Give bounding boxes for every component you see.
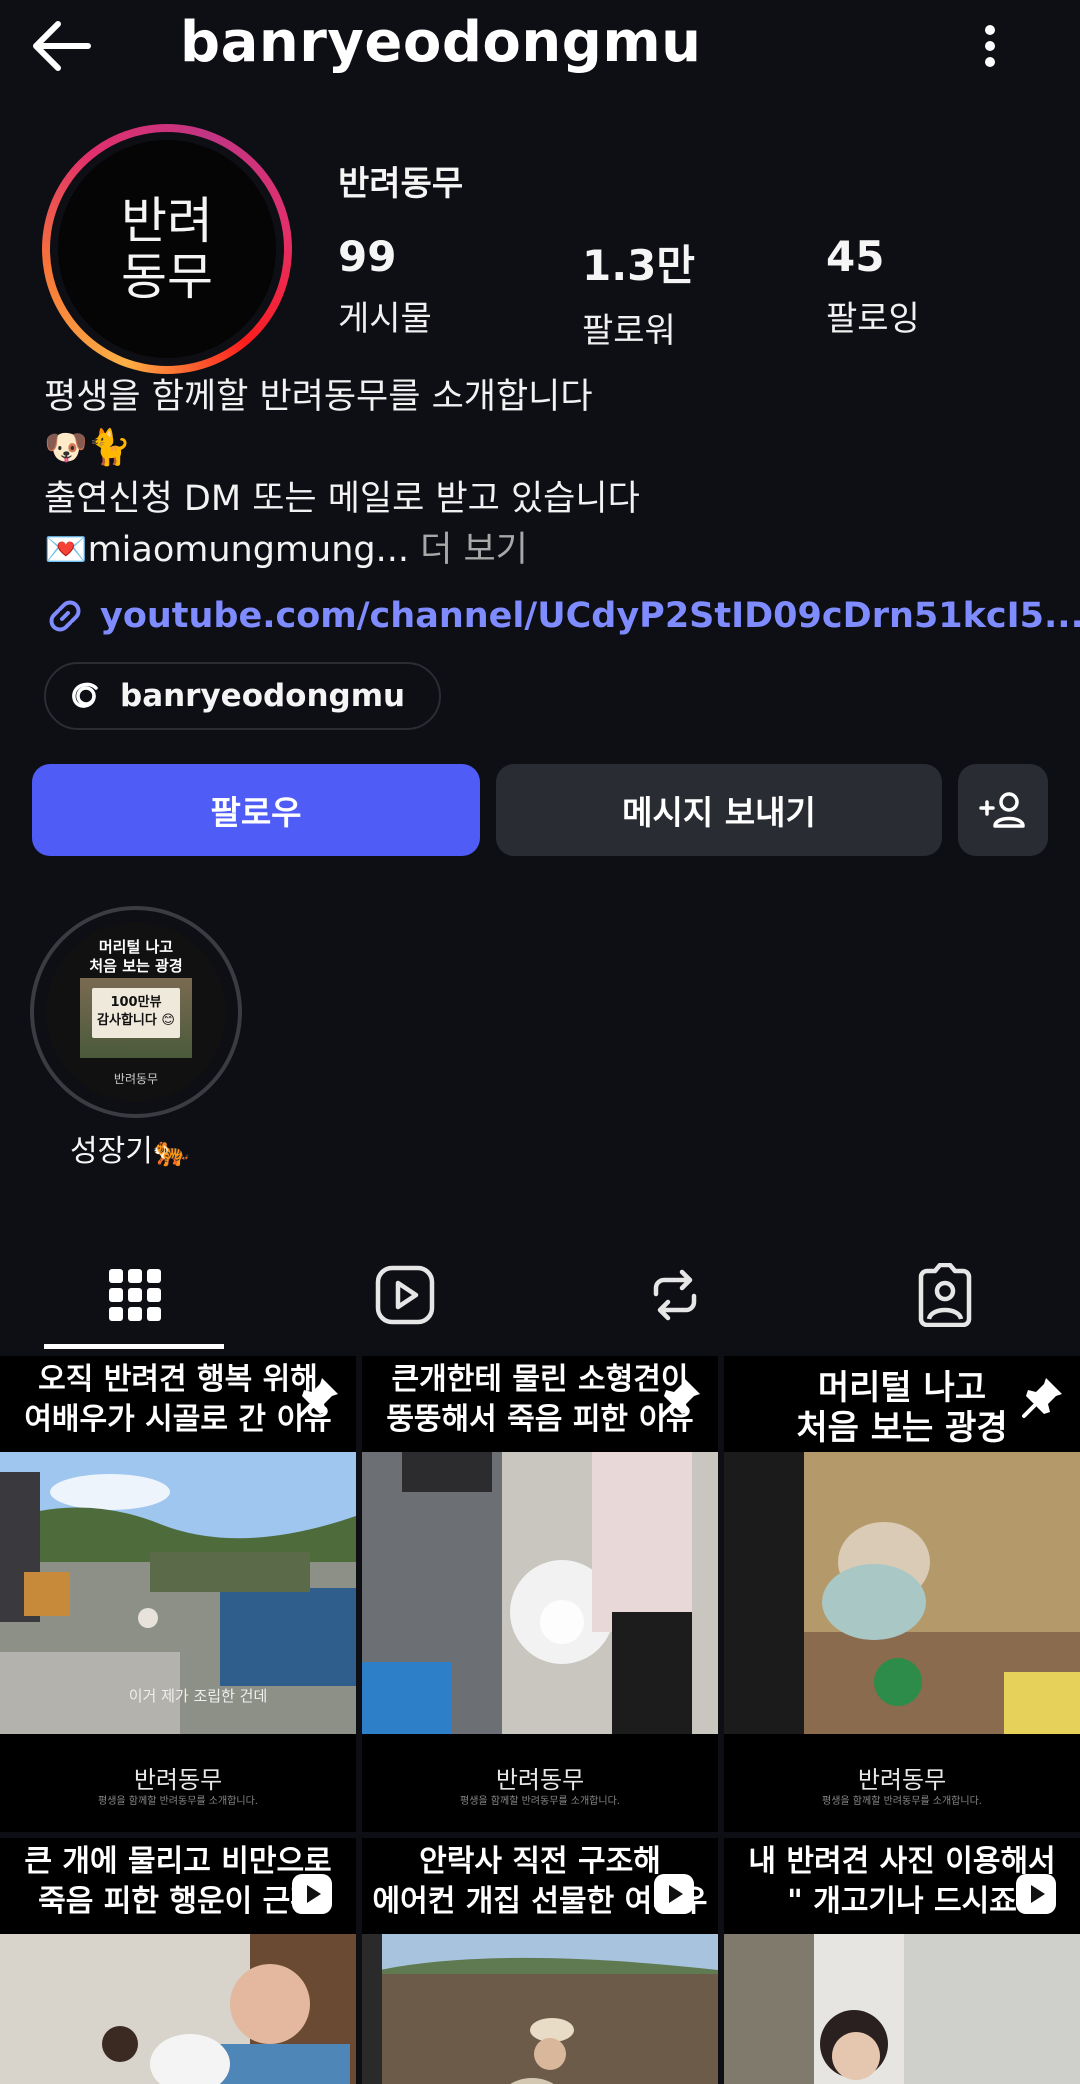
pin-icon bbox=[660, 1378, 700, 1418]
profile-link[interactable]: youtube.com/channel/UCdyP2StID09cDrn51kc… bbox=[44, 588, 1080, 644]
link-icon bbox=[49, 600, 81, 632]
post-brand: 반려동무 bbox=[495, 1766, 585, 1794]
posts-grid: 오직 반려견 행복 위해 여배우가 시골로 간 이유 이거 제가 조립한 건데 … bbox=[0, 1356, 1080, 2084]
stat-posts-count: 99 bbox=[338, 232, 397, 281]
avatar: 반려 동무 bbox=[58, 140, 276, 358]
post-photo bbox=[362, 1452, 718, 1734]
display-name: 반려동무 bbox=[338, 164, 464, 204]
post-brand-subtitle: 평생을 함께할 반려동무를 소개합니다. bbox=[98, 1796, 258, 1807]
highlight-cover-brand: 반려동무 bbox=[113, 1072, 159, 1086]
tab-reposts[interactable] bbox=[540, 1240, 810, 1350]
top-bar: banryeodongmu bbox=[0, 0, 1080, 92]
bio-email: 💌miaomungmung... bbox=[44, 530, 409, 570]
highlight-cover: 머리털 나고 처음 보는 광경 100만뷰 감사합니다 😊 반려동무 bbox=[46, 922, 226, 1102]
threads-icon bbox=[72, 682, 98, 708]
tab-tagged[interactable] bbox=[810, 1240, 1080, 1350]
post-tile[interactable]: 머리털 나고 처음 보는 광경 반려동무 평생을 함께할 반려동무를 소개합니다… bbox=[724, 1356, 1080, 1832]
more-options-button[interactable] bbox=[960, 14, 1020, 78]
profile-bio: 평생을 함께할 반려동무를 소개합니다 🐶🐈 출연신청 DM 또는 메일로 받고… bbox=[44, 372, 640, 576]
post-tile[interactable]: 오직 반려견 행복 위해 여배우가 시골로 간 이유 이거 제가 조립한 건데 … bbox=[0, 1356, 356, 1832]
post-photo bbox=[724, 1452, 1080, 1734]
bio-more-link[interactable]: 더 보기 bbox=[409, 530, 528, 570]
threads-badge[interactable]: banryeodongmu bbox=[44, 662, 442, 730]
tab-reels[interactable] bbox=[270, 1240, 540, 1350]
post-photo bbox=[724, 1934, 1080, 2084]
grid-icon bbox=[109, 1269, 161, 1321]
bio-line: 출연신청 DM 또는 메일로 받고 있습니다 bbox=[44, 479, 640, 519]
post-brand: 반려동무 bbox=[857, 1766, 947, 1794]
stat-following-count: 45 bbox=[826, 232, 885, 281]
more-vertical-icon bbox=[985, 25, 995, 67]
reels-icon bbox=[375, 1265, 435, 1325]
post-brand-subtitle: 평생을 함께할 반려동무를 소개합니다. bbox=[460, 1796, 620, 1807]
stat-followers-count: 1.3만 bbox=[582, 241, 696, 290]
post-tile[interactable]: 큰개한테 물린 소형견이 뚱뚱해서 죽음 피한 이유 반려동무 평생을 함께할 … bbox=[362, 1356, 718, 1832]
stat-posts-label: 게시물 bbox=[338, 299, 432, 339]
repost-icon bbox=[653, 1269, 697, 1321]
stat-followers-label: 팔로워 bbox=[582, 311, 676, 351]
post-subtitle-overlay: 이거 제가 조립한 건데 bbox=[128, 1687, 268, 1705]
bio-line-truncated: 💌miaomungmung... 더 보기 bbox=[44, 525, 640, 576]
reel-icon bbox=[1016, 1874, 1056, 1914]
highlight-cover-box-2: 감사합니다 😊 bbox=[97, 1013, 175, 1028]
suggest-people-button[interactable] bbox=[958, 764, 1048, 856]
arrow-left-icon bbox=[33, 21, 91, 71]
reel-icon bbox=[654, 1874, 694, 1914]
threads-handle: banryeodongmu bbox=[120, 678, 406, 714]
stat-posts[interactable]: 99 게시물 bbox=[338, 232, 432, 340]
add-person-icon bbox=[979, 792, 1025, 828]
avatar-story-ring[interactable]: 반려 동무 bbox=[42, 124, 292, 374]
bio-line: 평생을 함께할 반려동무를 소개합니다 bbox=[44, 377, 593, 417]
active-tab-indicator bbox=[44, 1344, 224, 1349]
post-brand: 반려동무 bbox=[133, 1766, 223, 1794]
pin-icon bbox=[1022, 1378, 1062, 1418]
stat-following[interactable]: 45 팔로잉 bbox=[826, 232, 920, 340]
post-brand-subtitle: 평생을 함께할 반려동무를 소개합니다. bbox=[822, 1796, 982, 1807]
highlight-cover-box: 100만뷰 감사합니다 😊 bbox=[92, 988, 180, 1038]
stat-followers[interactable]: 1.3만 팔로워 bbox=[582, 232, 695, 352]
avatar-text-line2: 동무 bbox=[121, 248, 213, 306]
tagged-icon bbox=[918, 1263, 972, 1327]
tab-grid[interactable] bbox=[0, 1240, 270, 1350]
highlight-label: 성장기🐅 bbox=[70, 1134, 191, 1169]
back-button[interactable] bbox=[28, 14, 100, 78]
highlight-cover-title-1: 머리털 나고 bbox=[98, 938, 174, 956]
profile-username: banryeodongmu bbox=[180, 10, 702, 75]
bio-emoji-line: 🐶🐈 bbox=[44, 428, 132, 468]
story-highlight[interactable]: 머리털 나고 처음 보는 광경 100만뷰 감사합니다 😊 반려동무 bbox=[30, 906, 242, 1118]
pin-icon bbox=[298, 1378, 338, 1418]
stat-following-label: 팔로잉 bbox=[826, 299, 920, 339]
avatar-text-line1: 반려 bbox=[121, 192, 213, 250]
highlight-cover-title: 머리털 나고 처음 보는 광경 bbox=[46, 938, 226, 976]
profile-tabs bbox=[0, 1240, 1080, 1350]
highlight-cover-title-2: 처음 보는 광경 bbox=[89, 957, 183, 975]
profile-link-text[interactable]: youtube.com/channel/UCdyP2StID09cDrn51kc… bbox=[100, 596, 1080, 636]
post-tile[interactable]: 안락사 직전 구조해 에어컨 개집 선물한 여배우 bbox=[362, 1838, 718, 2084]
post-tile[interactable]: 큰 개에 물리고 비만으로 죽음 피한 행운이 근황 bbox=[0, 1838, 356, 2084]
reel-icon bbox=[292, 1874, 332, 1914]
post-tile[interactable]: 내 반려견 사진 이용해서 " 개고기나 드시죠 bbox=[724, 1838, 1080, 2084]
message-button[interactable]: 메시지 보내기 bbox=[496, 764, 942, 856]
follow-button[interactable]: 팔로우 bbox=[32, 764, 480, 856]
post-photo bbox=[362, 1934, 718, 2084]
post-photo bbox=[0, 1934, 356, 2084]
highlight-cover-box-1: 100만뷰 bbox=[110, 995, 162, 1010]
